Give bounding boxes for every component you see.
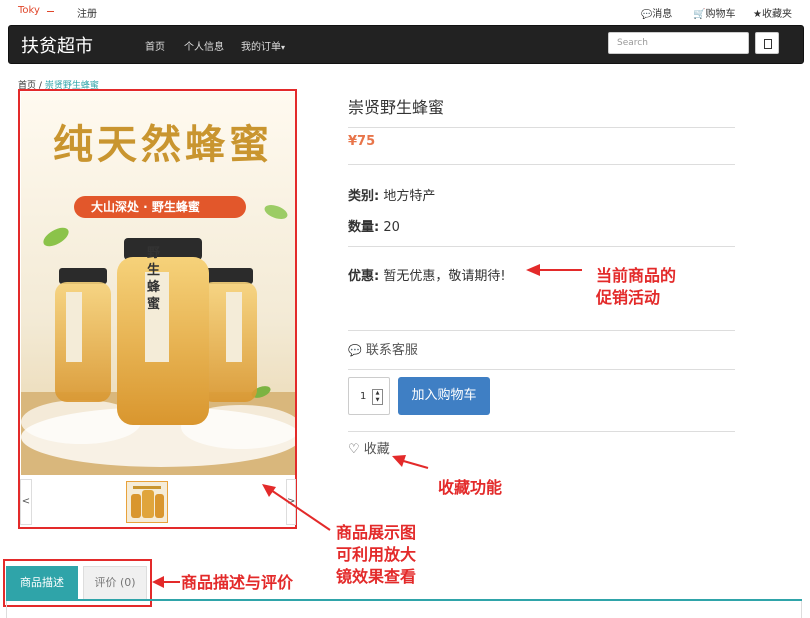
annotation-promo: 当前商品的 促销活动 <box>596 266 677 307</box>
annotation-tabs: 商品描述与评价 <box>181 573 294 592</box>
annotation-favorite: 收藏功能 <box>438 478 503 497</box>
annotation-gallery: 商品展示图 可利用放大 镜效果查看 <box>336 523 417 586</box>
